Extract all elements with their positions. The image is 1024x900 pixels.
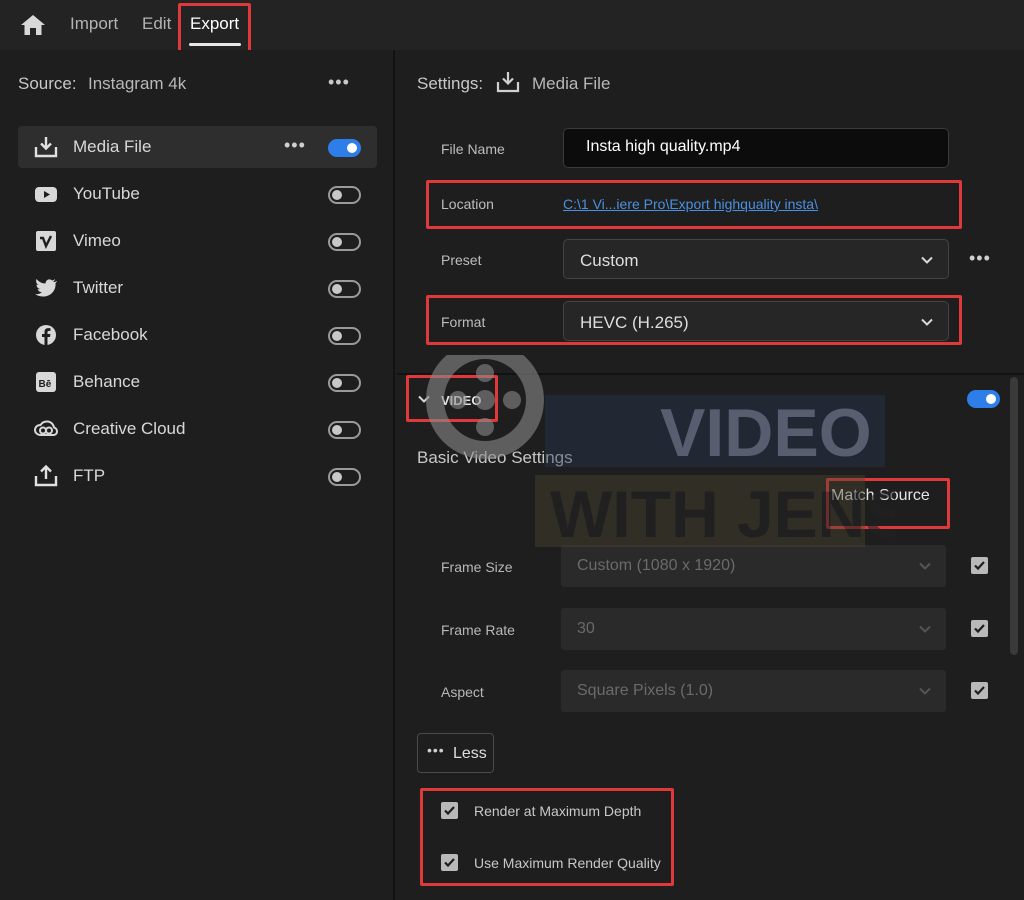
aspect-label: Aspect: [441, 684, 484, 700]
frame-rate-label: Frame Rate: [441, 622, 515, 638]
file-name-label: File Name: [441, 141, 505, 157]
settings-label: Settings:: [417, 74, 484, 93]
frame-rate-value: 30: [577, 620, 595, 637]
creative-cloud-icon: [34, 420, 58, 436]
source-label: Source:: [18, 74, 77, 93]
ftp-toggle[interactable]: [328, 468, 361, 486]
highlight-box: [426, 295, 962, 345]
youtube-toggle[interactable]: [328, 186, 361, 204]
video-toggle[interactable]: [967, 390, 1000, 408]
facebook-icon: [36, 325, 56, 345]
chevron-down-icon: [919, 625, 931, 633]
frame-size-match-checkbox[interactable]: [971, 557, 988, 574]
destination-media-file[interactable]: Media File •••: [18, 126, 377, 168]
highlight-box: [406, 375, 498, 422]
preset-value: Custom: [580, 251, 639, 270]
chevron-down-icon: [919, 562, 931, 570]
facebook-toggle[interactable]: [328, 327, 361, 345]
highlight-box: [826, 478, 950, 529]
youtube-icon: [35, 187, 57, 202]
media-file-toggle[interactable]: [328, 139, 361, 157]
chevron-down-icon: [921, 256, 933, 264]
preset-more-button[interactable]: •••: [969, 248, 991, 269]
tab-edit[interactable]: Edit: [142, 14, 171, 34]
destination-label: Vimeo: [73, 231, 121, 250]
vimeo-toggle[interactable]: [328, 233, 361, 251]
chevron-down-icon: [919, 687, 931, 695]
highlight-box: [420, 788, 674, 886]
destination-youtube[interactable]: YouTube: [18, 173, 377, 215]
behance-toggle[interactable]: [328, 374, 361, 392]
upload-icon: [34, 465, 58, 487]
tab-import[interactable]: Import: [70, 14, 118, 34]
aspect-value: Square Pixels (1.0): [577, 682, 714, 699]
destination-vimeo[interactable]: Vimeo: [18, 220, 377, 262]
settings-panel: Settings: Media File File Name Insta hig…: [397, 50, 1024, 900]
aspect-match-checkbox[interactable]: [971, 682, 988, 699]
checkmark-icon: [974, 686, 985, 696]
destination-label: Facebook: [73, 325, 148, 344]
destinations-panel: Source: Instagram 4k ••• Media File ••• …: [0, 50, 395, 900]
download-icon: [496, 72, 520, 93]
highlight-box: [178, 3, 251, 55]
checkmark-icon: [974, 561, 985, 571]
frame-rate-dropdown: 30: [561, 608, 946, 650]
destination-behance[interactable]: Bē Behance: [18, 361, 377, 403]
frame-size-label: Frame Size: [441, 559, 513, 575]
destination-creative-cloud[interactable]: Creative Cloud: [18, 408, 377, 450]
checkmark-icon: [974, 624, 985, 634]
less-button[interactable]: ••• Less: [417, 733, 494, 773]
download-icon: [34, 137, 58, 158]
settings-destination: Media File: [532, 74, 611, 93]
twitter-toggle[interactable]: [328, 280, 361, 298]
vimeo-icon: [36, 231, 56, 251]
frame-size-dropdown: Custom (1080 x 1920): [561, 545, 946, 587]
highlight-box: [426, 180, 962, 229]
destination-facebook[interactable]: Facebook: [18, 314, 377, 356]
frame-size-value: Custom (1080 x 1920): [577, 557, 736, 574]
destination-label: Media File: [73, 137, 152, 156]
destination-label: YouTube: [73, 184, 140, 203]
file-name-input[interactable]: Insta high quality.mp4: [563, 128, 949, 168]
source-value: Instagram 4k: [88, 74, 187, 93]
basic-video-settings-heading: Basic Video Settings: [417, 448, 573, 467]
destination-ftp[interactable]: FTP: [18, 455, 377, 497]
destination-label: FTP: [73, 466, 106, 485]
svg-text:Bē: Bē: [39, 379, 52, 390]
destination-label: Behance: [73, 372, 141, 391]
preset-dropdown[interactable]: Custom: [563, 239, 949, 279]
more-dots-icon: •••: [427, 742, 445, 758]
frame-rate-match-checkbox[interactable]: [971, 620, 988, 637]
top-bar: Import Edit Export: [0, 0, 1024, 55]
preset-label: Preset: [441, 252, 482, 268]
home-icon[interactable]: [20, 13, 46, 37]
behance-icon: Bē: [36, 372, 56, 392]
scrollbar[interactable]: [1010, 377, 1018, 655]
aspect-dropdown: Square Pixels (1.0): [561, 670, 946, 712]
destination-label: Creative Cloud: [73, 419, 186, 438]
twitter-icon: [35, 279, 57, 297]
file-name-value: Insta high quality.mp4: [586, 138, 741, 155]
source-more-button[interactable]: •••: [328, 72, 350, 93]
less-label: Less: [453, 745, 487, 762]
creative-cloud-toggle[interactable]: [328, 421, 361, 439]
destination-twitter[interactable]: Twitter: [18, 267, 377, 309]
destination-label: Twitter: [73, 278, 124, 297]
destination-more-button[interactable]: •••: [284, 135, 306, 156]
